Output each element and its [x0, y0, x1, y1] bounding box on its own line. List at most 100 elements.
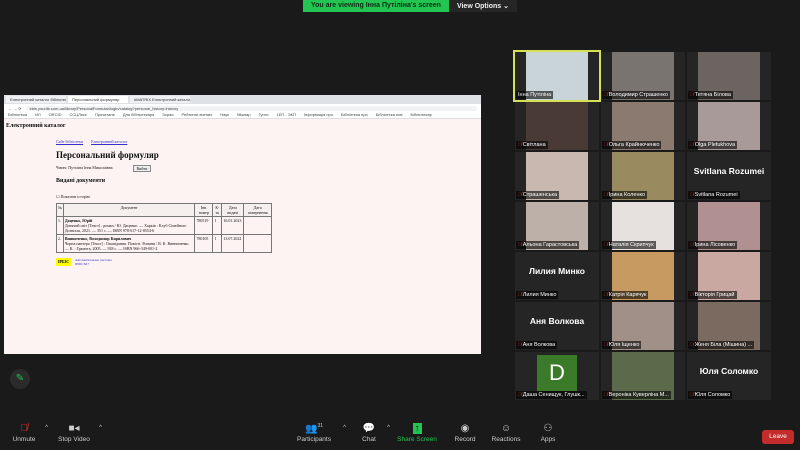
- participant-name: Катрія Карячук: [608, 292, 647, 298]
- footer-link[interactable]: ІРБІС64+: [75, 262, 89, 266]
- participant-tile[interactable]: 🎙̸Світлана: [515, 102, 599, 150]
- participant-name: Ірина Лісовенко: [694, 242, 736, 248]
- url-field[interactable]: irbis.yourlib.com.ua/library/PersonalFor…: [25, 105, 477, 111]
- show-history-checkbox[interactable]: ☐ Показати історію: [56, 194, 479, 199]
- bookmark[interactable]: Міжнар: [237, 112, 251, 118]
- caret-up-icon[interactable]: ^: [45, 425, 48, 431]
- participant-name-label: 🎙̸Лилия Минко: [516, 291, 559, 299]
- muted-mic-icon: 🎙̸: [604, 292, 608, 298]
- bookmark[interactable]: Бібліотека: [8, 112, 27, 118]
- exit-button[interactable]: Вийти: [132, 165, 152, 172]
- stop-video-button[interactable]: ■◂ Stop Video ^: [56, 423, 102, 443]
- muted-mic-icon: 🎙̸: [604, 342, 608, 348]
- browser-tabs: Електронний каталог бібліотеки Персональ…: [4, 95, 481, 104]
- muted-mic-icon: 🎙̸: [518, 342, 522, 348]
- participant-name: Світлана: [522, 142, 546, 148]
- participant-tile[interactable]: Аня Волкова 🎙̸Аня Волкова: [515, 302, 599, 350]
- bookmark[interactable]: Прочитане: [95, 112, 115, 118]
- bookmark[interactable]: ORCID: [49, 112, 62, 118]
- stop-video-label: Stop Video: [58, 436, 90, 443]
- participant-tile[interactable]: Svitlana Rozumei 🎙̸Svitlana Rozumei: [687, 152, 771, 200]
- share-screen-button[interactable]: ↑ Share Screen: [397, 423, 437, 443]
- participant-tile[interactable]: 🎙̸Женя Біла (Мішина) ...: [687, 302, 771, 350]
- view-options-label: View Options: [456, 3, 502, 10]
- chat-button[interactable]: 💬 Chat ^: [358, 423, 390, 443]
- participant-name: Лилия Минко: [522, 292, 557, 298]
- bookmark[interactable]: Рейтинги вчених: [182, 112, 213, 118]
- participant-tile[interactable]: 🎙̸Вероніка Куверліна М...: [601, 352, 685, 400]
- participant-tile[interactable]: 🎙̸Страшенська: [515, 152, 599, 200]
- doc-description: Дитячий світ [Текст] : роман / Ю. Даценк…: [64, 223, 187, 233]
- participant-tile[interactable]: 🎙̸Катрія Карячук: [601, 252, 685, 300]
- caret-up-icon[interactable]: ^: [343, 425, 346, 431]
- participant-name-label: Інна Путіліна: [516, 91, 554, 99]
- apps-label: Apps: [540, 436, 556, 443]
- participant-name-label: 🎙̸Ірина Коленко: [602, 191, 648, 199]
- participant-tile[interactable]: 🎙̸Ірина Лісовенко: [687, 202, 771, 250]
- participant-tile[interactable]: 🎙̸Володимир Страшенко: [601, 52, 685, 100]
- participants-button[interactable]: 👥31 Participants ^: [292, 423, 346, 443]
- participant-tile[interactable]: D 🎙̸Даша Сенищук, Глушк...: [515, 352, 599, 400]
- participant-tile[interactable]: 🎙̸Ірина Коленко: [601, 152, 685, 200]
- chevron-down-icon: ⌄: [503, 3, 509, 10]
- browser-tab[interactable]: Електронний каталог бібліотеки: [6, 96, 66, 103]
- bookmark[interactable]: Бібліотека про: [341, 112, 368, 118]
- participant-tile[interactable]: 🎙̸Тетяна Білова: [687, 52, 771, 100]
- muted-mic-icon: 🎙̸: [690, 92, 694, 98]
- quantity: 1: [212, 234, 223, 253]
- bookmark[interactable]: Інформація про: [304, 112, 333, 118]
- nav-arrows-icon[interactable]: ← → ⟳: [8, 106, 22, 111]
- participant-tile[interactable]: 🎙̸Наталія Скрипчук: [601, 202, 685, 250]
- browser-tab[interactable]: #MATRIX Електронний каталог: [130, 96, 190, 103]
- participant-name: Svitlana Rozumei: [694, 192, 738, 198]
- bookmark[interactable]: 1ЕП - ЭКП: [276, 112, 295, 118]
- browser-tab[interactable]: Персональний формуляр: [68, 96, 128, 103]
- muted-mic-icon: 🎙̸: [518, 392, 522, 398]
- bookmark[interactable]: Бібліотекар: [411, 112, 432, 118]
- bookmark[interactable]: Бібліотека нов: [376, 112, 403, 118]
- page-title: Персональний формуляр: [56, 150, 159, 160]
- participant-name-label: 🎙̸Svitlana Rozumei: [688, 191, 740, 199]
- participant-name: Olga Pletukhova: [694, 142, 736, 148]
- col-header: Дата видачі: [221, 203, 245, 217]
- muted-mic-icon: 🎙̸: [690, 342, 694, 348]
- apps-button[interactable]: ⚇ Apps: [538, 423, 558, 443]
- participant-tile[interactable]: 🎙̸Ольга Крайнюченко: [601, 102, 685, 150]
- participant-tile[interactable]: Інна Путіліна: [513, 50, 601, 102]
- bookmark[interactable]: Для бібліотекаря: [123, 112, 154, 118]
- bookmark[interactable]: Наук: [220, 112, 229, 118]
- participant-name-label: 🎙̸Наталія Скрипчук: [602, 241, 656, 249]
- participant-name-label: 🎙̸Юля Соломко: [688, 391, 733, 399]
- bookmark[interactable]: Зорая: [162, 112, 173, 118]
- documents-table: № Документ Інв. номер К-ть Дата видачі Д…: [56, 203, 272, 253]
- unmute-button[interactable]: 🎙̸ Unmute ^: [10, 423, 48, 443]
- inv-number: 780519: [194, 216, 214, 235]
- muted-mic-icon: 🎙̸: [604, 242, 608, 248]
- issued-docs-heading: Видані документи: [56, 178, 106, 184]
- participant-tile[interactable]: 🎙̸Юля Іщенко: [601, 302, 685, 350]
- library-site-link[interactable]: Сайт бібліотеки: [56, 139, 83, 144]
- row-number: 1.: [56, 216, 64, 235]
- chat-label: Chat: [362, 436, 376, 443]
- catalog-link[interactable]: Електронний каталог: [91, 139, 127, 144]
- participant-tile[interactable]: 🎙̸Вікторія Грицай: [687, 252, 771, 300]
- annotate-pencil-icon[interactable]: ✎: [10, 369, 30, 389]
- participant-name-label: 🎙̸Володимир Страшенко: [602, 91, 670, 99]
- leave-button[interactable]: Leave: [762, 430, 794, 444]
- participant-tile[interactable]: Юля Соломко 🎙̸Юля Соломко: [687, 352, 771, 400]
- record-icon: ◉: [460, 423, 470, 434]
- participant-name: Аня Волкова: [522, 342, 556, 348]
- caret-up-icon[interactable]: ^: [99, 425, 102, 431]
- participant-tile[interactable]: 🎙̸Альона Гарастовська: [515, 202, 599, 250]
- caret-up-icon[interactable]: ^: [387, 425, 390, 431]
- bookmark[interactable]: ИЛ: [35, 112, 41, 118]
- participant-tile[interactable]: Лилия Минко 🎙̸Лилия Минко: [515, 252, 599, 300]
- bookmark[interactable]: Гугли: [259, 112, 269, 118]
- chat-bubble-icon: 💬: [362, 423, 376, 434]
- return-date: [243, 234, 272, 253]
- view-options-button[interactable]: View Options ⌄: [448, 0, 517, 12]
- bookmark[interactable]: ССЦЛекс: [69, 112, 86, 118]
- record-button[interactable]: ◉ Record: [452, 423, 478, 443]
- participant-tile[interactable]: 🎙̸Olga Pletukhova: [687, 102, 771, 150]
- reactions-button[interactable]: ☺ Reactions: [490, 423, 522, 443]
